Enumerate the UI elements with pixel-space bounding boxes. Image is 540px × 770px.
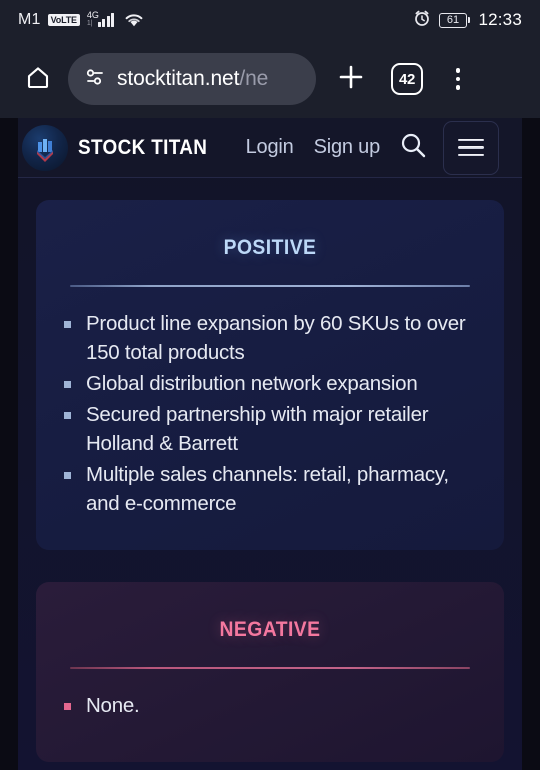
search-icon (398, 130, 428, 165)
hamburger-menu-button[interactable] (443, 120, 499, 175)
hamburger-menu-icon (458, 138, 484, 142)
list-item: Product line expansion by 60 SKUs to ove… (62, 309, 478, 367)
signup-link[interactable]: Sign up (314, 136, 381, 159)
site-logo-group[interactable]: STOCK TITAN (22, 124, 222, 171)
list-item: None. (62, 691, 478, 720)
login-link[interactable]: Login (246, 136, 294, 159)
negative-points-list: None. (62, 691, 478, 720)
negative-card-divider (70, 667, 470, 669)
list-item: Secured partnership with major retailer … (62, 400, 478, 458)
page-settings-tune-icon[interactable] (84, 66, 106, 93)
tab-switcher-button[interactable]: 42 (384, 56, 430, 102)
tab-count-badge: 42 (391, 63, 423, 95)
url-path: /ne (239, 67, 269, 90)
signal-bars-icon: 4G 1| (86, 10, 115, 27)
clock-label: 12:33 (478, 10, 522, 29)
network-type-label: 4G (86, 10, 99, 20)
list-item: Multiple sales channels: retail, pharmac… (62, 460, 478, 518)
url-bar[interactable]: stocktitan.net/ne (68, 53, 316, 105)
status-bar-left: M1 VoLTE 4G 1| (18, 11, 144, 29)
new-tab-button[interactable] (328, 56, 374, 102)
negative-card-title: Negative (219, 610, 321, 643)
page-viewport: STOCK TITAN Login Sign up Positiv (0, 118, 540, 770)
positive-points-list: Product line expansion by 60 SKUs to ove… (62, 309, 478, 518)
three-dot-menu-icon (455, 68, 461, 73)
header-nav: Login Sign up (246, 136, 381, 159)
wifi-icon (124, 13, 144, 28)
home-icon (24, 63, 52, 96)
alarm-clock-icon (413, 9, 431, 32)
stock-titan-logo-icon (22, 124, 68, 171)
article-content: Positive Product line expansion by 60 SK… (18, 178, 522, 762)
network-sub-label: 1| (86, 20, 93, 27)
url-domain: stocktitan.net (117, 67, 240, 90)
battery-icon: 61 (438, 12, 471, 28)
list-item: Global distribution network expansion (62, 369, 478, 398)
signal-bars-glyph (97, 13, 115, 27)
carrier-label: M1 (18, 11, 41, 28)
plus-icon (336, 62, 366, 97)
browser-menu-button[interactable] (438, 56, 478, 102)
positive-card-title: Positive (223, 228, 317, 261)
battery-percent-label: 61 (446, 13, 460, 26)
positive-card-divider (70, 285, 470, 287)
status-bar: M1 VoLTE 4G 1| 61 12:33 (0, 0, 540, 40)
browser-toolbar: stocktitan.net/ne 42 (0, 40, 540, 118)
positive-card: Positive Product line expansion by 60 SK… (36, 200, 504, 550)
site-header: STOCK TITAN Login Sign up (18, 118, 522, 178)
volte-badge: VoLTE (47, 14, 80, 26)
brand-name: STOCK TITAN (78, 135, 208, 159)
status-bar-right: 61 12:33 (413, 9, 522, 32)
search-button[interactable] (396, 131, 430, 165)
page-content: STOCK TITAN Login Sign up Positiv (18, 118, 522, 770)
home-button[interactable] (14, 55, 62, 103)
url-text: stocktitan.net/ne (117, 67, 268, 91)
negative-card: Negative None. (36, 582, 504, 762)
